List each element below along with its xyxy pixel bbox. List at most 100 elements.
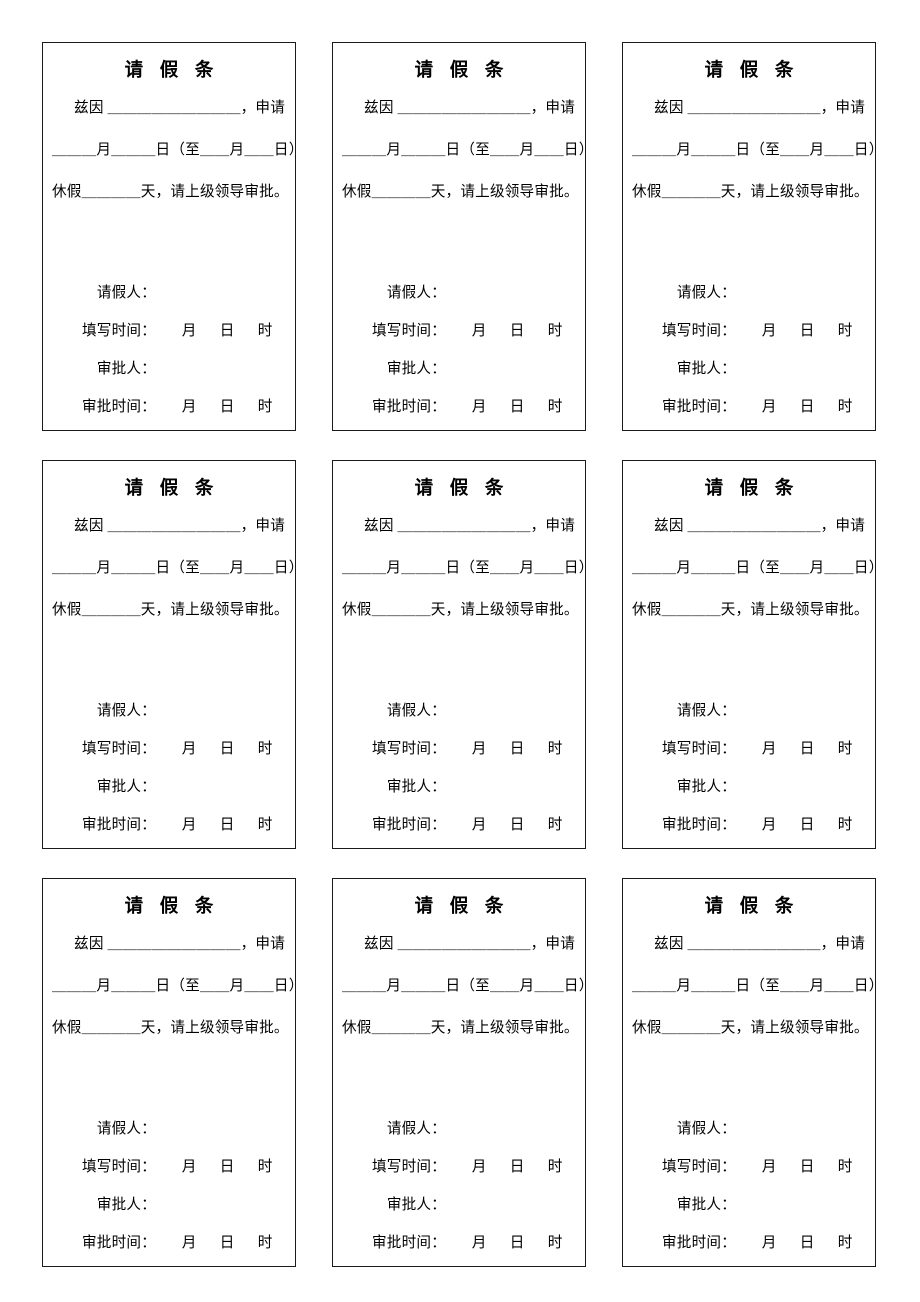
fill-time-unit-hour: 时 <box>547 1159 563 1175</box>
slip-title: 请 假 条 <box>414 897 510 917</box>
approve-time-unit-hour: 时 <box>547 399 563 415</box>
fill-time-row: 填写时间： 月 日 时 <box>52 737 286 758</box>
days-approval-line: 休假＿＿＿＿天，请上级领导审批。 <box>632 184 869 201</box>
approve-time-units: 月 日 时 <box>156 395 286 416</box>
approve-time-unit-day: 日 <box>509 817 525 833</box>
approver-label: 审批人： <box>96 1197 156 1213</box>
approve-time-unit-month: 月 <box>471 399 487 415</box>
leave-request-slip-1: 请 假 条 兹因 ＿＿＿＿＿＿＿＿＿，申请 ＿＿＿月＿＿＿日（至＿＿月＿＿日） … <box>42 42 303 431</box>
applicant-label: 请假人： <box>676 1121 736 1137</box>
slip-title: 请 假 条 <box>704 61 800 81</box>
fill-time-unit-hour: 时 <box>837 1159 853 1175</box>
slip-title: 请 假 条 <box>704 479 800 499</box>
applicant-label: 请假人： <box>386 1121 446 1137</box>
reason-line: 兹因 ＿＿＿＿＿＿＿＿＿，申请 <box>74 936 285 953</box>
approve-time-unit-day: 日 <box>219 1235 235 1251</box>
fill-time-unit-hour: 时 <box>547 323 563 339</box>
approve-time-label: 审批时间： <box>662 817 736 833</box>
signature-block: 请假人： 月 日 时 填写时间： 月 日 时 审批人： 月 日 <box>342 281 576 422</box>
fill-time-row: 填写时间： 月 日 时 <box>632 319 866 340</box>
approve-time-unit-month: 月 <box>181 1235 197 1251</box>
applicant-row: 请假人： 月 日 时 <box>342 699 576 720</box>
fill-time-label: 填写时间： <box>82 741 156 757</box>
days-approval-line: 休假＿＿＿＿天，请上级领导审批。 <box>52 184 289 201</box>
approver-label: 审批人： <box>386 779 446 795</box>
fill-time-label: 填写时间： <box>662 323 736 339</box>
fill-time-units: 月 日 时 <box>156 1155 286 1176</box>
applicant-label: 请假人： <box>386 703 446 719</box>
applicant-row: 请假人： 月 日 时 <box>632 281 866 302</box>
leave-request-slip-2: 请 假 条 兹因 ＿＿＿＿＿＿＿＿＿，申请 ＿＿＿月＿＿＿日（至＿＿月＿＿日） … <box>332 42 594 431</box>
fill-time-label: 填写时间： <box>372 741 446 757</box>
fill-time-label: 填写时间： <box>662 1159 736 1175</box>
fill-time-units: 月 日 时 <box>156 319 286 340</box>
fill-time-unit-month: 月 <box>181 323 197 339</box>
approve-time-row: 审批时间： 月 日 时 <box>52 1231 286 1252</box>
approver-label: 审批人： <box>386 1197 446 1213</box>
fill-time-units: 月 日 时 <box>736 1155 866 1176</box>
fill-time-label: 填写时间： <box>372 1159 446 1175</box>
approve-time-unit-month: 月 <box>181 399 197 415</box>
fill-time-units: 月 日 时 <box>446 737 576 758</box>
signature-block: 请假人： 月 日 时 填写时间： 月 日 时 审批人： 月 日 <box>342 699 576 840</box>
applicant-row: 请假人： 月 日 时 <box>52 699 286 720</box>
reason-line: 兹因 ＿＿＿＿＿＿＿＿＿，申请 <box>74 518 285 535</box>
approve-time-unit-day: 日 <box>799 1235 815 1251</box>
applicant-label: 请假人： <box>96 703 156 719</box>
leave-request-slip-8: 请 假 条 兹因 ＿＿＿＿＿＿＿＿＿，申请 ＿＿＿月＿＿＿日（至＿＿月＿＿日） … <box>332 878 594 1267</box>
days-approval-line: 休假＿＿＿＿天，请上级领导审批。 <box>632 602 869 619</box>
fill-time-unit-month: 月 <box>181 741 197 757</box>
fill-time-unit-day: 日 <box>799 323 815 339</box>
signature-block: 请假人： 月 日 时 填写时间： 月 日 时 审批人： 月 日 <box>632 281 866 422</box>
approve-time-unit-month: 月 <box>761 1235 777 1251</box>
date-range-line: ＿＿＿月＿＿＿日（至＿＿月＿＿日） <box>632 977 884 994</box>
applicant-label: 请假人： <box>96 1121 156 1137</box>
fill-time-unit-day: 日 <box>509 741 525 757</box>
approve-time-units: 月 日 时 <box>736 395 866 416</box>
slip-body: 兹因 ＿＿＿＿＿＿＿＿＿，申请 ＿＿＿月＿＿＿日（至＿＿月＿＿日） 休假＿＿＿＿… <box>632 505 883 619</box>
fill-time-unit-hour: 时 <box>257 323 273 339</box>
approve-time-row: 审批时间： 月 日 时 <box>342 395 576 416</box>
approve-time-unit-hour: 时 <box>547 1235 563 1251</box>
leave-request-slip-5: 请 假 条 兹因 ＿＿＿＿＿＿＿＿＿，申请 ＿＿＿月＿＿＿日（至＿＿月＿＿日） … <box>332 460 594 849</box>
fill-time-unit-month: 月 <box>471 1159 487 1175</box>
fill-time-label: 填写时间： <box>82 323 156 339</box>
fill-time-unit-month: 月 <box>181 1159 197 1175</box>
approve-time-unit-month: 月 <box>181 817 197 833</box>
applicant-label: 请假人： <box>386 285 446 301</box>
approve-time-units: 月 日 时 <box>156 1231 286 1252</box>
applicant-row: 请假人： 月 日 时 <box>342 281 576 302</box>
approve-time-row: 审批时间： 月 日 时 <box>52 813 286 834</box>
date-range-line: ＿＿＿月＿＿＿日（至＿＿月＿＿日） <box>342 977 594 994</box>
leave-request-slip-9: 请 假 条 兹因 ＿＿＿＿＿＿＿＿＿，申请 ＿＿＿月＿＿＿日（至＿＿月＿＿日） … <box>622 878 884 1267</box>
applicant-row: 请假人： 月 日 时 <box>52 1117 286 1138</box>
approve-time-units: 月 日 时 <box>446 395 576 416</box>
approve-time-row: 审批时间： 月 日 时 <box>342 1231 576 1252</box>
applicant-label: 请假人： <box>96 285 156 301</box>
approve-time-label: 审批时间： <box>372 399 446 415</box>
approve-time-label: 审批时间： <box>662 399 736 415</box>
approver-row: 审批人： 月 日 时 <box>52 357 286 378</box>
approver-row: 审批人： 月 日 时 <box>342 357 576 378</box>
approve-time-unit-day: 日 <box>219 399 235 415</box>
approve-time-unit-month: 月 <box>761 399 777 415</box>
fill-time-unit-month: 月 <box>471 323 487 339</box>
approver-label: 审批人： <box>676 1197 736 1213</box>
date-range-line: ＿＿＿月＿＿＿日（至＿＿月＿＿日） <box>342 141 594 158</box>
reason-line: 兹因 ＿＿＿＿＿＿＿＿＿，申请 <box>364 100 575 117</box>
date-range-line: ＿＿＿月＿＿＿日（至＿＿月＿＿日） <box>342 559 594 576</box>
fill-time-unit-day: 日 <box>509 323 525 339</box>
reason-line: 兹因 ＿＿＿＿＿＿＿＿＿，申请 <box>74 100 285 117</box>
fill-time-unit-month: 月 <box>761 323 777 339</box>
fill-time-unit-day: 日 <box>219 741 235 757</box>
approve-time-units: 月 日 时 <box>736 1231 866 1252</box>
approve-time-unit-hour: 时 <box>837 817 853 833</box>
fill-time-unit-month: 月 <box>471 741 487 757</box>
slip-title: 请 假 条 <box>414 61 510 81</box>
date-range-line: ＿＿＿月＿＿＿日（至＿＿月＿＿日） <box>52 559 304 576</box>
